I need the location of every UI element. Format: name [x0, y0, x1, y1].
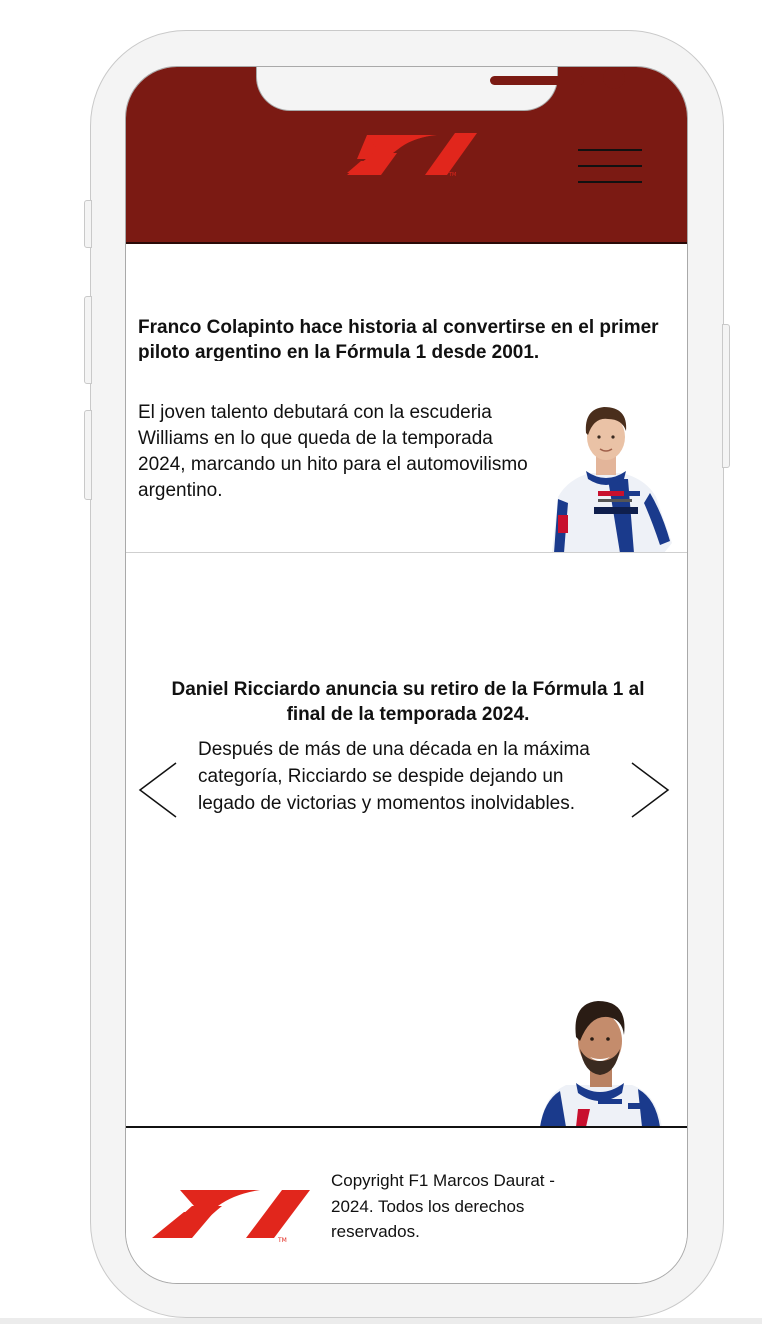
phone-side-button-silent: [84, 200, 92, 248]
news-2-title: Daniel Ricciardo anuncia su retiro de la…: [171, 679, 645, 725]
svg-text:TM: TM: [277, 1237, 287, 1244]
phone-camera: [603, 67, 625, 89]
phone-screen: TM Franco Colapinto hace historia al con…: [125, 66, 688, 1284]
phone-side-button-volume-up: [84, 296, 92, 384]
phone-side-button-volume-down: [84, 410, 92, 500]
phone-side-button-power: [722, 324, 730, 468]
f1-logo-icon[interactable]: TM: [337, 127, 479, 177]
page-bottom-strip: [0, 1318, 762, 1324]
news-1-body: El joven talento debutará con la escuder…: [138, 402, 528, 501]
phone-speaker: [490, 76, 584, 85]
f1-logo-icon[interactable]: TM: [142, 1184, 312, 1244]
news-1-title: Franco Colapinto hace historia al conver…: [138, 317, 659, 361]
driver-portrait-colapinto: [552, 407, 672, 553]
hamburger-menu-icon[interactable]: [578, 149, 642, 183]
copyright-text: Copyright F1 Marcos Daurat - 2024. Todos…: [331, 1171, 555, 1241]
site-footer: TM Copyright F1 Marcos Daurat - 2024. To…: [126, 1126, 687, 1283]
driver-portrait-ricciardo: [540, 1001, 662, 1127]
svg-text:TM: TM: [448, 172, 456, 177]
section-divider: [126, 552, 687, 553]
phone-notch: [256, 67, 625, 111]
news-2-body: Después de más de una década en la máxim…: [198, 739, 590, 814]
chevron-right-icon[interactable]: [630, 761, 670, 819]
chevron-left-icon[interactable]: [138, 761, 178, 819]
